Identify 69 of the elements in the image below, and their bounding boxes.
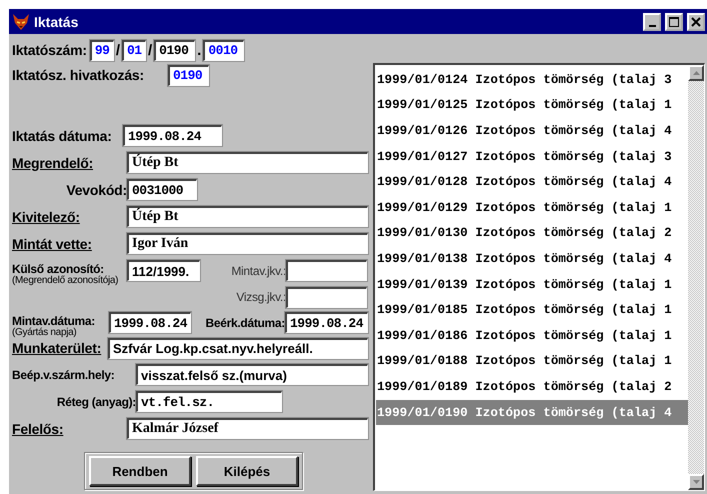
scroll-down-button[interactable] [688,474,704,490]
window-title: Iktatás [34,14,80,30]
field-label[interactable]: Megrendelő: [12,154,127,170]
minimize-icon [648,24,656,26]
text-field[interactable]: vt.fel.sz. [136,391,282,412]
fox-icon [12,12,30,30]
up-arrow-icon [692,71,700,75]
list-item[interactable]: 1999/01/0129 Izotópos tömörség (talaj 1 [376,194,688,221]
text-field[interactable]: Útép Bt [127,206,368,227]
field-label: Mintav.jkv.: [230,264,286,278]
list-item[interactable]: 1999/01/0188 Izotópos tömörség (talaj 1 [376,348,688,374]
field-label: Beép.v.szárm.hely: [12,368,116,382]
text-field[interactable]: Útép Bt [127,152,368,173]
text-field[interactable]: Kalmár József [127,418,368,439]
list-item[interactable]: 1999/01/0190 Izotópos tömörség (talaj 4 [376,400,688,426]
field-label: Vevokód: [65,182,127,198]
text-field[interactable]: Szfvár Log.kp.csat.nyv.helyreáll. [108,338,368,358]
field-label: Iktatósz. hivatkozás: [12,67,145,83]
field-label: Vizsg.jkv.: [235,290,286,304]
down-arrow-icon [692,480,700,484]
dialog-button[interactable]: Kilépés [196,456,298,486]
list-item[interactable]: 1999/01/0139 Izotópos tömörség (talaj 1 [376,272,688,298]
maximize-button[interactable] [665,12,683,30]
text-field[interactable]: 0010 [203,40,244,60]
scroll-up-button[interactable] [688,65,704,81]
list-item[interactable]: 1999/01/0125 Izotópos tömörség (talaj 1 [376,92,688,118]
text-field[interactable]: 01 [122,40,146,60]
list-item[interactable]: 1999/01/0186 Izotópos tömörség (talaj 1 [376,322,688,349]
field-label: Réteg (anyag): [56,394,136,408]
field-note: (Megrendelő azonosítója) [12,276,120,286]
field-label: Külső azonosító: [12,262,105,276]
list-item[interactable]: 1999/01/0127 Izotópos tömörség (talaj 3 [376,144,688,170]
field-label[interactable]: Mintát vette: [12,236,127,252]
field-label[interactable]: Felelős: [12,420,127,436]
separator-text: . [197,42,202,58]
list-item[interactable]: 1999/01/0128 Izotópos tömörség (talaj 4 [376,169,688,195]
text-field[interactable]: 0190 [168,64,209,86]
separator-text: / [148,42,152,58]
list-item[interactable]: 1999/01/0185 Izotópos tömörség (talaj 1 [376,297,688,323]
field-label: Iktatás dátuma: [12,128,113,144]
field-note: (Gyártás napja) [12,328,78,338]
list-item[interactable]: 1999/01/0126 Izotópos tömörség (talaj 4 [376,118,688,144]
field-label: Iktatószám: [12,42,87,58]
text-field[interactable] [286,260,367,281]
text-field[interactable]: 0031000 [127,179,197,200]
text-field[interactable]: 112/1999. [127,260,200,281]
field-label: Mintav.dátuma: [12,314,96,328]
list-item[interactable]: 1999/01/0130 Izotópos tömörség (talaj 2 [376,220,688,246]
text-field[interactable]: visszat.felső sz.(murva) [136,364,368,385]
text-field[interactable]: Igor Iván [127,233,368,254]
list-item[interactable]: 1999/01/0138 Izotópos tömörség (talaj 4 [376,246,688,272]
text-field[interactable]: 0190 [154,40,196,60]
close-button[interactable] [687,12,705,30]
list-item[interactable]: 1999/01/0189 Izotópos tömörség (talaj 2 [376,374,688,400]
text-field[interactable]: 1999.08.24 [109,312,191,333]
close-icon [691,16,701,26]
field-label: Beérk.dátuma: [204,316,285,330]
field-label[interactable]: Munkaterület: [12,340,108,356]
text-field[interactable]: 1999.08.24 [123,125,222,146]
text-field[interactable]: 1999.08.24 [285,312,368,333]
minimize-button[interactable] [643,12,661,30]
maximize-icon [669,16,679,26]
separator-text: / [116,42,120,58]
dialog-button[interactable]: Rendben [89,456,191,486]
list-item[interactable]: 1999/01/0124 Izotópos tömörség (talaj 3 [376,67,688,93]
text-field[interactable]: 99 [90,40,114,60]
field-label[interactable]: Kivitelező: [12,208,127,224]
text-field[interactable] [286,286,367,308]
scrollbar[interactable] [688,65,704,490]
